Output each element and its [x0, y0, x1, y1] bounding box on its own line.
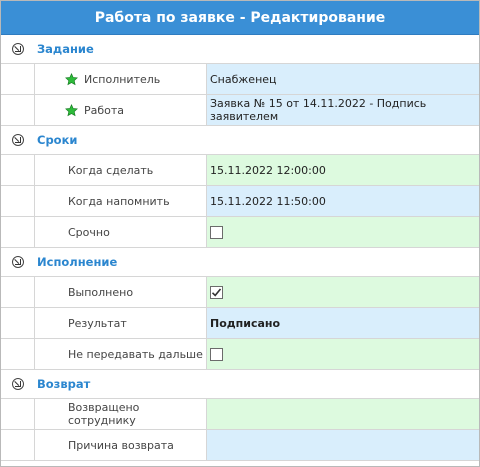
star-icon	[65, 103, 78, 116]
field-label-work: Работа	[35, 95, 207, 125]
field-row-no-forward: Не передавать дальше	[1, 339, 479, 370]
group-header-task[interactable]: Задание	[1, 35, 479, 64]
field-row-result: Результат Подписано	[1, 308, 479, 339]
field-row-urgent: Срочно	[1, 217, 479, 248]
collapse-arrow-icon[interactable]	[12, 43, 24, 55]
field-row-return-reason: Причина возврата	[1, 430, 479, 461]
field-label-returned-to: Возвращено сотруднику	[35, 399, 207, 429]
field-label-due: Когда сделать	[35, 155, 207, 185]
field-value-done	[207, 277, 479, 307]
dialog-title: Работа по заявке - Редактирование	[1, 1, 479, 35]
group-title-execution: Исполнение	[37, 255, 118, 269]
collapse-arrow-icon[interactable]	[12, 378, 24, 390]
field-label-return-reason: Причина возврата	[35, 430, 207, 460]
field-value-due[interactable]: 15.11.2022 12:00:00	[207, 155, 479, 185]
collapse-arrow-icon[interactable]	[12, 256, 24, 268]
field-row-done: Выполнено	[1, 277, 479, 308]
field-label-no-forward: Не передавать дальше	[35, 339, 207, 369]
field-row-executor: Исполнитель Снабженец	[1, 64, 479, 95]
no-forward-checkbox[interactable]	[210, 347, 223, 361]
done-checkbox[interactable]	[210, 285, 223, 299]
field-row-returned-to: Возвращено сотруднику	[1, 399, 479, 430]
checkmark-icon	[211, 287, 222, 297]
field-row-work: Работа Заявка № 15 от 14.11.2022 - Подпи…	[1, 95, 479, 126]
field-label-executor: Исполнитель	[35, 64, 207, 94]
field-label-done: Выполнено	[35, 277, 207, 307]
field-row-due: Когда сделать 15.11.2022 12:00:00	[1, 155, 479, 186]
field-value-urgent	[207, 217, 479, 247]
group-header-return[interactable]: Возврат	[1, 370, 479, 399]
field-value-work[interactable]: Заявка № 15 от 14.11.2022 - Подпись заяв…	[207, 95, 479, 125]
group-header-execution[interactable]: Исполнение	[1, 248, 479, 277]
edit-dialog: Работа по заявке - Редактирование Задани…	[0, 0, 480, 467]
field-value-return-reason[interactable]	[207, 430, 479, 460]
group-header-deadlines[interactable]: Сроки	[1, 126, 479, 155]
field-label-result: Результат	[35, 308, 207, 338]
field-label-remind: Когда напомнить	[35, 186, 207, 216]
field-value-remind[interactable]: 15.11.2022 11:50:00	[207, 186, 479, 216]
field-row-remind: Когда напомнить 15.11.2022 11:50:00	[1, 186, 479, 217]
field-value-executor[interactable]: Снабженец	[207, 64, 479, 94]
group-title-deadlines: Сроки	[37, 133, 78, 147]
group-title-return: Возврат	[37, 377, 91, 391]
dialog-title-text: Работа по заявке - Редактирование	[94, 9, 386, 26]
field-value-returned-to[interactable]	[207, 399, 479, 429]
field-value-no-forward	[207, 339, 479, 369]
star-icon	[65, 72, 78, 85]
group-title-task: Задание	[37, 42, 94, 56]
collapse-arrow-icon[interactable]	[12, 134, 24, 146]
urgent-checkbox[interactable]	[210, 225, 223, 239]
field-label-urgent: Срочно	[35, 217, 207, 247]
field-value-result[interactable]: Подписано	[207, 308, 479, 338]
